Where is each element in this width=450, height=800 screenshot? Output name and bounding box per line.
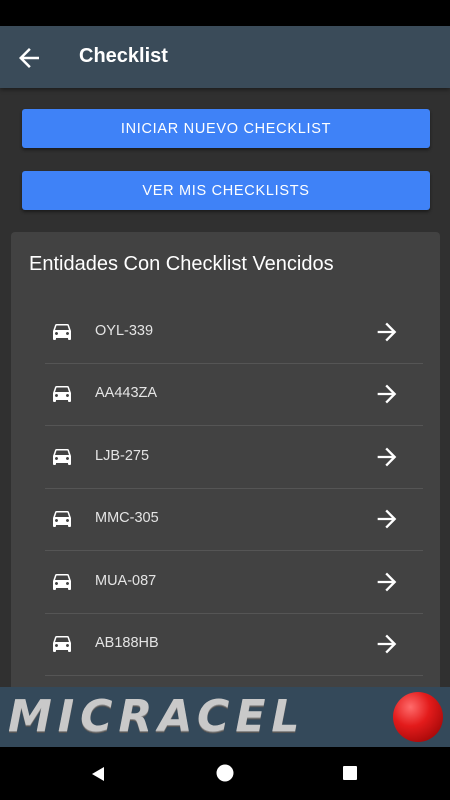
car-icon bbox=[53, 386, 71, 403]
page-title: Checklist bbox=[79, 45, 168, 67]
car-icon bbox=[53, 573, 71, 590]
car-icon bbox=[53, 324, 71, 340]
plate-label: MMC-305 bbox=[95, 510, 159, 527]
plate-label: MUA-087 bbox=[95, 572, 157, 589]
app-bar: Checklist bbox=[0, 26, 450, 88]
arrow-right-icon[interactable] bbox=[373, 630, 401, 658]
nav-home-icon[interactable] bbox=[216, 764, 234, 782]
list-item[interactable]: OYL-339 bbox=[45, 301, 423, 364]
brand-logo-ball bbox=[393, 692, 443, 742]
nav-back-icon[interactable] bbox=[90, 766, 106, 782]
plate-label: OYL-339 bbox=[95, 323, 154, 339]
system-nav-bar bbox=[0, 747, 450, 800]
plate-label: AA443ZA bbox=[95, 385, 158, 402]
car-icon bbox=[53, 448, 71, 465]
brand-logo-text: MICRACEL bbox=[8, 691, 306, 742]
list-item[interactable]: LJB-275 bbox=[45, 426, 423, 489]
arrow-right-icon[interactable] bbox=[373, 568, 401, 596]
car-icon bbox=[53, 636, 71, 652]
arrow-right-icon[interactable] bbox=[373, 443, 401, 471]
nav-recents-icon[interactable] bbox=[343, 766, 357, 780]
back-arrow-icon[interactable] bbox=[14, 43, 44, 73]
plate-label: AB188HB bbox=[95, 635, 159, 651]
arrow-right-icon[interactable] bbox=[373, 318, 401, 346]
list-item[interactable]: AA443ZA bbox=[45, 363, 423, 427]
status-bar bbox=[0, 0, 450, 26]
micracel-banner: MICRACEL bbox=[0, 687, 450, 747]
start-new-checklist-button[interactable]: INICIAR NUEVO CHECKLIST bbox=[22, 109, 430, 148]
view-my-checklists-button[interactable]: VER MIS CHECKLISTS bbox=[22, 171, 430, 210]
overdue-entities-card: Entidades Con Checklist Vencidos OYL-339… bbox=[11, 232, 440, 702]
plate-label: LJB-275 bbox=[95, 447, 150, 464]
car-icon bbox=[53, 511, 71, 528]
card-title: Entidades Con Checklist Vencidos bbox=[29, 253, 334, 275]
arrow-right-icon[interactable] bbox=[373, 505, 401, 533]
list-item[interactable]: MUA-087 bbox=[45, 551, 423, 614]
list-item[interactable]: AB188HB bbox=[45, 613, 423, 676]
arrow-right-icon[interactable] bbox=[373, 380, 401, 408]
list-item[interactable]: MMC-305 bbox=[45, 488, 423, 552]
